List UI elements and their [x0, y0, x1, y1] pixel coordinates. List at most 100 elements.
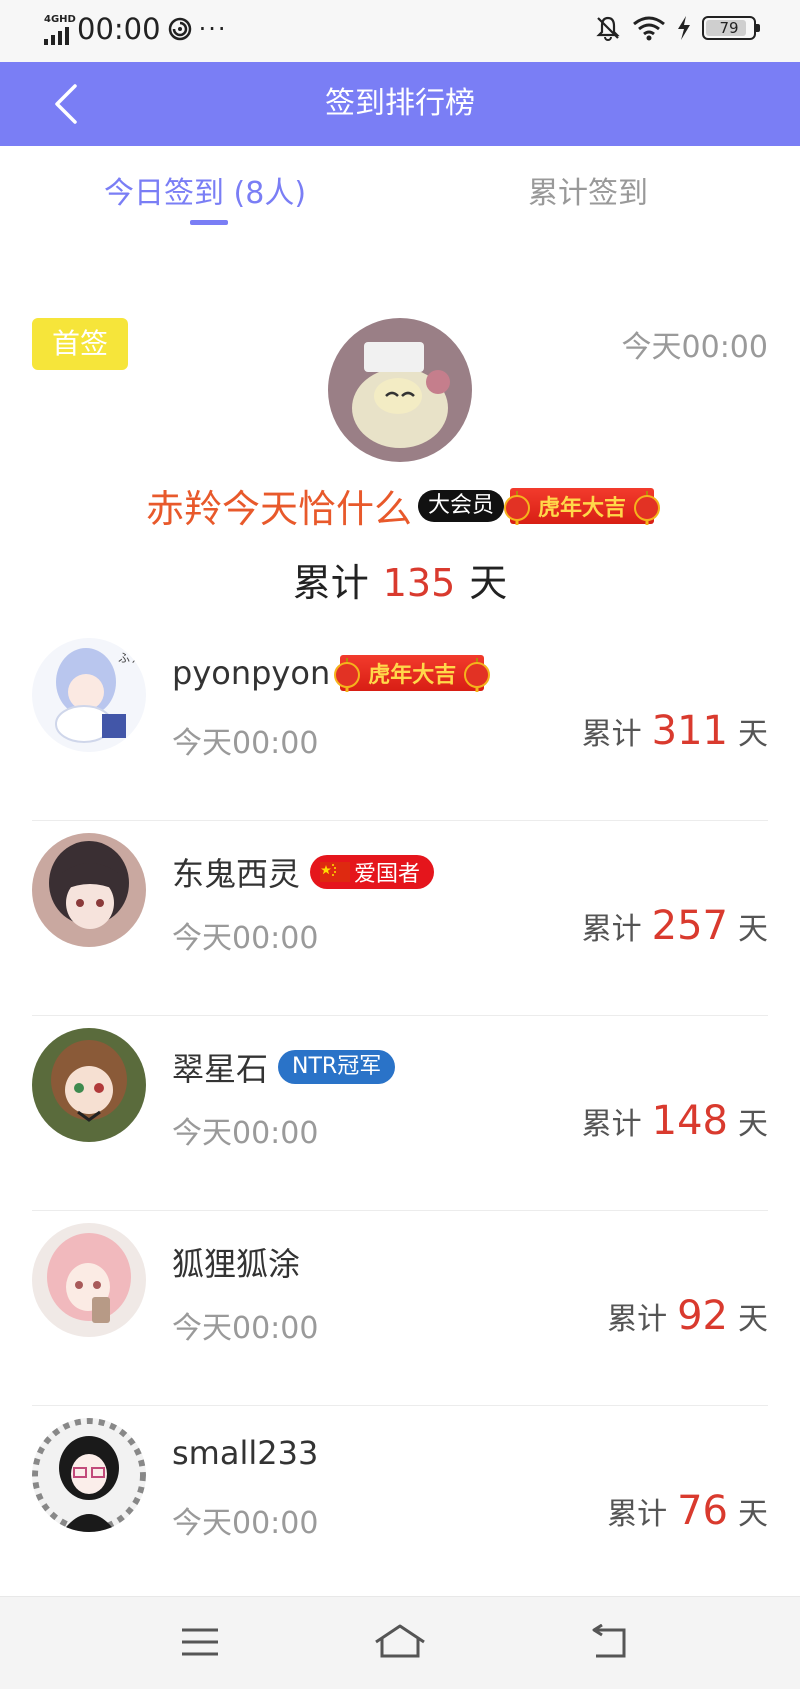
- patriot-badge: 爱国者: [310, 855, 435, 889]
- total-days-value: 311: [651, 708, 728, 754]
- home-icon: [375, 1624, 425, 1658]
- lantern-icon: [504, 490, 530, 525]
- avatar[interactable]: [32, 1223, 146, 1337]
- avatar[interactable]: [32, 1418, 146, 1532]
- total-prefix: 累计: [581, 912, 642, 947]
- lantern-icon: [334, 658, 361, 692]
- avatar-image: ふぇ: [32, 638, 146, 752]
- first-sign-time: 今天00:00: [621, 330, 768, 365]
- avatar[interactable]: ふぇ: [32, 638, 146, 752]
- list-item[interactable]: 东鬼西灵 爱国者 今天00:00 累计 257 天: [0, 821, 800, 1016]
- total-suffix: 天: [738, 912, 768, 947]
- total-suffix: 天: [738, 1497, 768, 1532]
- total-days-value: 92: [677, 1293, 728, 1339]
- first-sign-badge: 首签: [32, 318, 128, 370]
- total-prefix: 累计: [607, 1497, 668, 1532]
- home-button[interactable]: [370, 1617, 430, 1667]
- list-item[interactable]: 狐狸狐涂 今天00:00 累计 92 天: [0, 1211, 800, 1406]
- ntr-champion-badge: NTR冠军: [278, 1050, 396, 1084]
- ranking-list: ふぇ pyonpyon 虎年大吉 今天00:00 累计 311 天 东鬼西灵 爱…: [0, 626, 800, 1601]
- total-days: 累计 257 天: [582, 903, 768, 949]
- bell-muted-icon: [596, 16, 620, 41]
- avatar-image: [32, 833, 146, 947]
- tab-today[interactable]: 今日签到 (8人): [104, 168, 306, 212]
- username[interactable]: 翠星石: [172, 1044, 268, 1090]
- sign-time: 今天00:00: [172, 1311, 319, 1346]
- total-suffix: 天: [738, 1107, 768, 1142]
- tiger-year-badge: 虎年大吉: [334, 655, 491, 692]
- total-days: 135: [382, 561, 456, 605]
- app-header: 签到排行榜: [0, 62, 800, 146]
- back-arrow-icon: [592, 1624, 626, 1658]
- patriot-badge-label: 爱国者: [354, 862, 421, 887]
- list-item[interactable]: ふぇ pyonpyon 虎年大吉 今天00:00 累计 311 天: [0, 626, 800, 821]
- sign-time: 今天00:00: [172, 1116, 319, 1151]
- avatar-image: [32, 1028, 146, 1142]
- total-days: 累计 311 天: [582, 708, 768, 754]
- avatar[interactable]: [32, 833, 146, 947]
- total-prefix: 累计: [581, 1107, 642, 1142]
- battery-icon: 79: [702, 16, 760, 40]
- system-nav-bar: [0, 1596, 800, 1689]
- wifi-icon: [633, 16, 665, 41]
- username[interactable]: pyonpyon: [172, 654, 330, 692]
- tiger-year-badge-label: 虎年大吉: [538, 495, 627, 521]
- total-prefix: 累计: [292, 561, 369, 605]
- charging-icon: [678, 16, 690, 40]
- avatar[interactable]: [328, 318, 472, 462]
- more-notifications: ···: [198, 15, 228, 43]
- sign-time: 今天00:00: [172, 1506, 319, 1541]
- lantern-icon: [464, 658, 491, 692]
- total-prefix: 累计: [607, 1302, 668, 1337]
- menu-icon: [182, 1628, 218, 1656]
- page-title: 签到排行榜: [325, 86, 475, 121]
- avatar-image: [32, 1418, 146, 1532]
- username[interactable]: small233: [172, 1434, 318, 1472]
- avatar-image: [328, 318, 472, 462]
- lantern-icon: [634, 490, 661, 525]
- tiger-year-badge-label: 虎年大吉: [368, 663, 457, 688]
- first-sign-name-row: 赤羚今天恰什么 大会员 虎年大吉: [0, 478, 800, 533]
- swirl-icon: [168, 17, 191, 41]
- total-prefix: 累计: [581, 717, 642, 752]
- total-suffix: 天: [738, 1302, 768, 1337]
- total-days: 累计 76 天: [607, 1488, 768, 1534]
- username[interactable]: 狐狸狐涂: [172, 1239, 300, 1285]
- name-line: pyonpyon 虎年大吉: [172, 654, 491, 692]
- name-line: 东鬼西灵 爱国者: [172, 849, 435, 895]
- battery-level: 79: [719, 19, 739, 37]
- china-flag-icon: [320, 862, 351, 882]
- status-bar: 4GHD 00:00 ··· 79: [0, 0, 800, 62]
- tiger-year-badge: 虎年大吉: [504, 487, 661, 525]
- status-left: 4GHD 00:00 ···: [44, 12, 227, 46]
- total-days-value: 257: [651, 903, 728, 949]
- username[interactable]: 东鬼西灵: [172, 849, 300, 895]
- signal-icon: [44, 27, 69, 45]
- name-line: 狐狸狐涂: [172, 1239, 300, 1285]
- network-type: 4GHD: [44, 14, 76, 25]
- total-suffix: 天: [469, 561, 508, 605]
- menu-button[interactable]: [170, 1617, 230, 1667]
- system-back-button[interactable]: [580, 1617, 640, 1667]
- list-item[interactable]: 翠星石 NTR冠军 今天00:00 累计 148 天: [0, 1016, 800, 1211]
- sign-time: 今天00:00: [172, 726, 319, 761]
- list-item[interactable]: small233 今天00:00 累计 76 天: [0, 1406, 800, 1601]
- status-right: 79: [594, 14, 760, 42]
- total-suffix: 天: [738, 717, 768, 752]
- avatar-image: [32, 1223, 146, 1337]
- tab-cumulative[interactable]: 累计签到: [528, 168, 648, 212]
- tab-bar: 今日签到 (8人) 累计签到: [0, 146, 800, 236]
- avatar[interactable]: [32, 1028, 146, 1142]
- clock: 00:00: [77, 12, 161, 46]
- name-line: 翠星石 NTR冠军: [172, 1044, 396, 1090]
- vip-badge: 大会员: [417, 489, 504, 522]
- total-days: 累计 92 天: [607, 1293, 768, 1339]
- total-days-value: 76: [677, 1488, 728, 1534]
- total-days-value: 148: [651, 1098, 728, 1144]
- svg-text:ふぇ: ふぇ: [118, 651, 142, 665]
- first-sign-total: 累计 135 天: [0, 552, 800, 607]
- total-days: 累计 148 天: [582, 1098, 768, 1144]
- active-tab-indicator: [190, 220, 228, 225]
- name-line: small233: [172, 1434, 318, 1472]
- first-sign-username[interactable]: 赤羚今天恰什么: [146, 478, 412, 533]
